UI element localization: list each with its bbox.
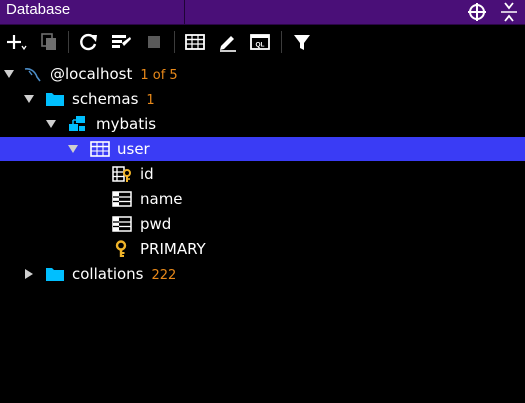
- tree-node-key-primary[interactable]: PRIMARY: [0, 237, 525, 261]
- tree-node-column-id[interactable]: id: [0, 162, 525, 186]
- folder-icon: [46, 268, 64, 281]
- schemas-count: 1: [146, 93, 155, 108]
- tree-node-table-user[interactable]: user: [0, 137, 525, 161]
- schemas-label: schemas 1: [72, 87, 155, 113]
- tree-node-datasource[interactable]: @localhost 1 of 5: [0, 62, 525, 86]
- datasource-name: @localhost: [50, 65, 133, 83]
- column-label: name: [140, 190, 183, 208]
- edit-icon[interactable]: [217, 32, 239, 52]
- collapse-all-icon[interactable]: [497, 0, 521, 24]
- tree-node-collations[interactable]: collations 222: [0, 262, 525, 286]
- refresh-icon[interactable]: [78, 32, 100, 52]
- primary-key-column-icon: [112, 166, 131, 182]
- collations-name: collations: [72, 265, 144, 283]
- column-icon: [112, 191, 132, 207]
- table-label: user: [117, 140, 150, 158]
- console-icon[interactable]: QL: [249, 32, 271, 52]
- tree-node-column-pwd[interactable]: pwd: [0, 212, 525, 236]
- expanded-arrow-icon[interactable]: [23, 94, 35, 104]
- expanded-arrow-icon[interactable]: [67, 144, 79, 154]
- add-icon[interactable]: [5, 32, 27, 52]
- schema-icon: [69, 116, 85, 131]
- collations-label: collations 222: [72, 262, 176, 288]
- stop-icon[interactable]: [143, 32, 165, 52]
- crosshair-icon[interactable]: [465, 0, 489, 24]
- database-tab[interactable]: Database: [0, 0, 185, 24]
- filter-icon[interactable]: [291, 32, 313, 52]
- toolbar-separator: [281, 31, 282, 53]
- svg-text:QL: QL: [255, 42, 264, 49]
- expanded-arrow-icon[interactable]: [45, 119, 57, 129]
- collations-count: 222: [151, 268, 177, 283]
- collapsed-arrow-icon[interactable]: [23, 269, 35, 279]
- window-title: Database: [6, 1, 71, 18]
- toolbar-separator: [68, 31, 69, 53]
- column-label: id: [140, 165, 154, 183]
- title-bar: Database: [0, 0, 525, 25]
- schema-sync-icon[interactable]: [110, 32, 132, 52]
- tree-node-schemas[interactable]: schemas 1: [0, 87, 525, 111]
- table-view-icon[interactable]: [184, 32, 206, 52]
- key-label: PRIMARY: [140, 240, 206, 258]
- schema-label: mybatis: [96, 115, 157, 133]
- expanded-arrow-icon[interactable]: [3, 69, 15, 79]
- datasource-label: @localhost 1 of 5: [50, 62, 178, 88]
- tree-node-schema-mybatis[interactable]: mybatis: [0, 112, 525, 136]
- column-icon: [112, 216, 132, 232]
- tree-node-column-name[interactable]: name: [0, 187, 525, 211]
- column-label: pwd: [140, 215, 172, 233]
- schemas-name: schemas: [72, 90, 139, 108]
- copy-icon[interactable]: [38, 32, 60, 52]
- toolbar-separator: [174, 31, 175, 53]
- toolbar: QL: [0, 25, 525, 59]
- key-icon: [115, 240, 127, 257]
- datasource-count: 1 of 5: [140, 68, 178, 83]
- table-icon: [90, 141, 110, 157]
- folder-icon: [46, 93, 64, 106]
- mysql-icon: [24, 68, 41, 82]
